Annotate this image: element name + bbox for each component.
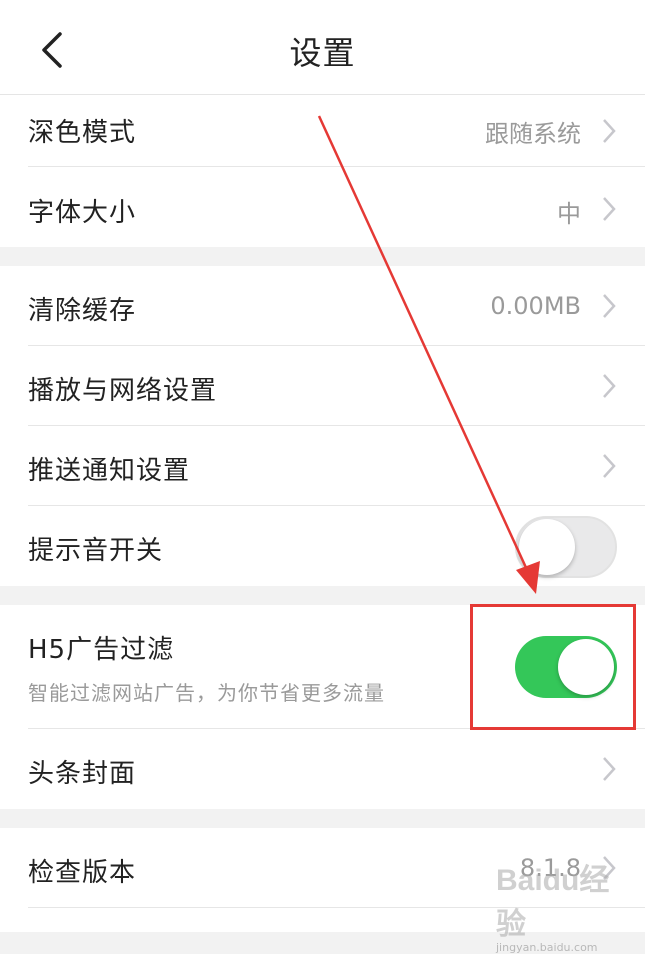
toggle-knob bbox=[558, 639, 614, 695]
chevron-right-icon bbox=[603, 757, 616, 781]
chevron-right-icon bbox=[603, 374, 616, 398]
setting-label: 清除缓存 bbox=[28, 296, 137, 326]
chevron-right-icon bbox=[603, 856, 616, 880]
setting-row-push-notification[interactable]: 推送通知设置 bbox=[0, 426, 645, 506]
setting-label: H5广告过滤 bbox=[28, 635, 175, 665]
setting-label: 字体大小 bbox=[28, 198, 137, 228]
chevron-right-icon bbox=[603, 454, 616, 478]
setting-description: 智能过滤网站广告，为你节省更多流量 bbox=[28, 681, 385, 705]
setting-row-dark-mode[interactable]: 深色模式 跟随系统 bbox=[0, 95, 645, 167]
setting-row-partial bbox=[0, 908, 645, 932]
setting-label: 检查版本 bbox=[28, 858, 137, 888]
setting-row-check-version[interactable]: 检查版本 8.1.8 bbox=[0, 828, 645, 908]
page-title: 设置 bbox=[289, 34, 356, 72]
h5-ad-filter-toggle-switch[interactable] bbox=[515, 636, 617, 698]
watermark-url: jingyan.baidu.com bbox=[496, 941, 598, 954]
setting-row-headline-cover[interactable]: 头条封面 bbox=[0, 729, 645, 809]
setting-label: 提示音开关 bbox=[28, 536, 164, 566]
setting-row-h5-ad-filter: H5广告过滤 智能过滤网站广告，为你节省更多流量 bbox=[0, 605, 645, 729]
setting-label: 推送通知设置 bbox=[28, 456, 191, 486]
chevron-right-icon bbox=[603, 294, 616, 318]
setting-row-font-size[interactable]: 字体大小 中 bbox=[0, 167, 645, 247]
setting-label: 头条封面 bbox=[28, 759, 137, 789]
setting-value: 跟随系统 bbox=[485, 120, 581, 148]
setting-value: 8.1.8 bbox=[519, 854, 581, 882]
setting-row-sound-toggle: 提示音开关 bbox=[0, 506, 645, 586]
chevron-right-icon bbox=[603, 197, 616, 221]
setting-row-playback-network[interactable]: 播放与网络设置 bbox=[0, 346, 645, 426]
setting-label: 播放与网络设置 bbox=[28, 376, 218, 406]
setting-label: 深色模式 bbox=[28, 118, 137, 148]
setting-value: 0.00MB bbox=[490, 292, 581, 320]
sound-toggle-switch[interactable] bbox=[515, 516, 617, 578]
nav-header: 设置 bbox=[0, 0, 645, 95]
toggle-knob bbox=[519, 519, 575, 575]
setting-row-clear-cache[interactable]: 清除缓存 0.00MB bbox=[0, 266, 645, 346]
setting-value: 中 bbox=[557, 200, 581, 228]
chevron-right-icon bbox=[603, 119, 616, 143]
